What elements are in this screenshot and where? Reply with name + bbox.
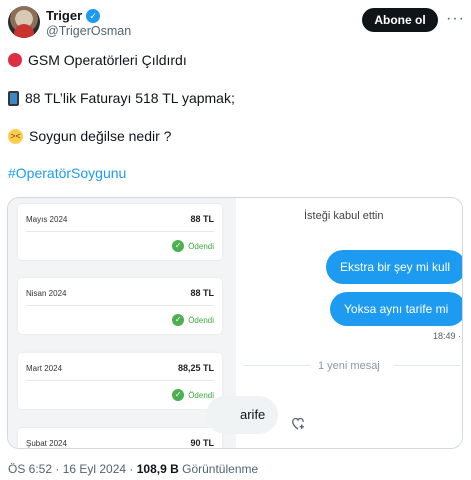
bill-status: ✓ Ödendi — [172, 389, 214, 401]
bill-month: Mart 2024 — [26, 364, 63, 373]
message-time: 18:49 · — [433, 331, 462, 341]
bill-card: Şubat 2024 90 TL — [18, 428, 222, 448]
check-circle-icon: ✓ — [172, 314, 185, 326]
add-reaction-heart-icon — [292, 417, 304, 430]
tweet-meta: ÖS 6:52 · 16 Eyl 2024 · 108,9 B Görüntül… — [8, 462, 258, 476]
hashtag-link[interactable]: #OperatörSoygunu — [8, 165, 126, 181]
bill-status: ✓ Ödendi — [172, 314, 214, 326]
bill-divider — [26, 305, 214, 306]
bill-month: Mayıs 2024 — [26, 215, 68, 224]
views-count: 108,9 B — [136, 462, 179, 476]
new-messages-divider — [244, 365, 310, 366]
bill-divider — [26, 231, 214, 232]
verified-badge-icon: ✓ — [86, 8, 101, 23]
bill-amount: 90 TL — [190, 438, 214, 448]
tweet-line-1-text: GSM Operatörleri Çıldırdı — [28, 52, 187, 68]
author-handle[interactable]: @TrigerOsman — [46, 24, 131, 38]
more-options-icon[interactable]: ··· — [446, 10, 465, 28]
bill-status-label: Ödendi — [188, 241, 214, 251]
request-accepted-label: İsteği kabul ettin — [304, 210, 384, 222]
outgoing-message-bubble: Yoksa aynı tarife mi — [330, 292, 462, 326]
bill-list-panel: Mayıs 2024 88 TL ✓ Ödendi Nisan 2024 88 … — [8, 198, 236, 448]
tweet-timestamp[interactable]: ÖS 6:52 · 16 Eyl 2024 · — [8, 462, 137, 476]
bill-status-label: Ödendi — [188, 315, 214, 325]
tweet-line-2: 88 TL’lik Faturayı 518 TL yapmak; — [8, 90, 235, 106]
avatar[interactable] — [8, 6, 40, 38]
bill-amount: 88 TL — [190, 288, 214, 298]
bill-card: Mayıs 2024 88 TL ✓ Ödendi — [18, 204, 222, 260]
check-circle-icon: ✓ — [172, 240, 185, 252]
bill-month: Nisan 2024 — [26, 289, 67, 298]
bill-status: ✓ Ödendi — [172, 240, 214, 252]
mobile-phone-icon — [8, 90, 19, 106]
bill-divider — [26, 380, 214, 381]
bill-month: Şubat 2024 — [26, 439, 67, 448]
tweet-media-image[interactable]: Mayıs 2024 88 TL ✓ Ödendi Nisan 2024 88 … — [7, 197, 463, 449]
bill-status-label: Ödendi — [188, 390, 214, 400]
check-circle-icon: ✓ — [172, 389, 185, 401]
chat-panel: İsteği kabul ettin Ekstra bir şey mi kul… — [206, 198, 462, 448]
tweet-line-1: GSM Operatörleri Çıldırdı — [8, 52, 187, 68]
bill-amount: 88,25 TL — [177, 363, 214, 373]
bill-card: Nisan 2024 88 TL ✓ Ödendi — [18, 278, 222, 334]
tweet-line-3-text: Soygun değilse nedir ? — [29, 128, 172, 144]
tweet-line-3: >< Soygun değilse nedir ? — [8, 128, 171, 144]
views-label: Görüntülenme — [178, 462, 259, 476]
bill-amount: 88 TL — [190, 214, 214, 224]
new-messages-label: 1 yeni mesaj — [318, 360, 380, 372]
bill-card: Mart 2024 88,25 TL ✓ Ödendi — [18, 353, 222, 409]
author-name-row: Triger ✓ — [46, 8, 101, 23]
incoming-message-bubble: arife — [206, 396, 278, 434]
author-name[interactable]: Triger — [46, 8, 82, 23]
follow-button[interactable]: Abone ol — [362, 8, 438, 32]
new-messages-divider — [394, 365, 460, 366]
tweet-line-2-text: 88 TL’lik Faturayı 518 TL yapmak; — [25, 90, 235, 106]
red-circle-icon — [8, 53, 22, 67]
outgoing-message-bubble: Ekstra bir şey mi kull — [326, 250, 462, 284]
steaming-face-icon: >< — [8, 128, 23, 144]
